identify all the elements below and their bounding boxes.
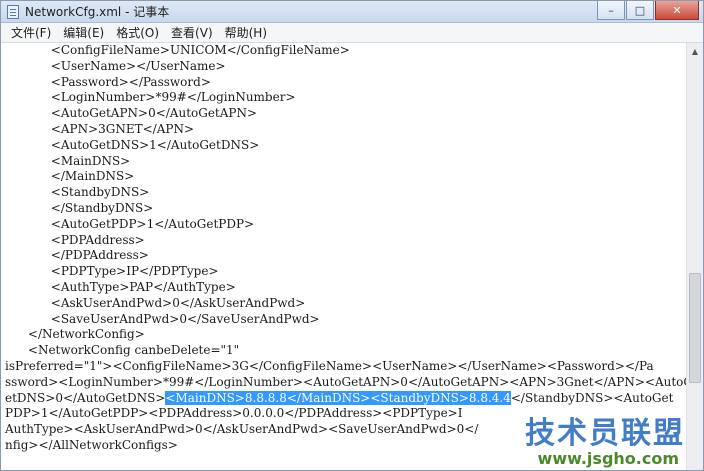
scroll-thumb[interactable] [689, 273, 701, 383]
editor-line: <AutoGetPDP>1</AutoGetPDP> [5, 216, 255, 231]
watermark-text: 技术员联盟 [525, 416, 685, 451]
editor-line: </MainDNS> [5, 169, 135, 184]
menu-edit[interactable]: 编辑(E) [57, 24, 110, 42]
title-bar[interactable]: NetworkCfg.xml - 记事本 – □ ✕ [1, 1, 703, 23]
editor-line: <AuthType>PAP</AuthType> [5, 280, 236, 294]
watermark: 技术员联盟 www.jsgho.com [465, 408, 685, 468]
menu-file[interactable]: 文件(F) [5, 24, 57, 42]
menu-format[interactable]: 格式(O) [110, 24, 165, 42]
editor-line: <PDPType>IP</PDPType> [5, 264, 219, 279]
vertical-scrollbar[interactable]: ▲ [686, 43, 703, 470]
minimize-button[interactable]: – [597, 1, 625, 20]
scroll-up-icon[interactable]: ▲ [687, 43, 703, 59]
editor-line: <AutoGetAPN>0</AutoGetAPN> [5, 106, 258, 121]
editor-line: <APN>3GNET</APN> [5, 122, 194, 136]
maximize-button[interactable]: □ [626, 1, 654, 20]
editor-line: <LoginNumber>*99#</LoginNumber> [5, 90, 296, 105]
editor-line: AuthType><AskUserAndPwd>0</AskUserAndPwd… [5, 422, 479, 437]
window-controls: – □ ✕ [596, 1, 699, 21]
editor-line: <MainDNS> [5, 153, 131, 168]
editor-line: </NetworkConfig> [5, 327, 145, 342]
editor-line: nfig></AllNetworkConfigs> [5, 438, 178, 452]
editor-line: <ConfigFileName>UNICOM</ConfigFileName> [5, 43, 350, 57]
editor-line-prefix: etDNS>0</AutoGetDNS> [5, 390, 166, 405]
menu-view[interactable]: 查看(V) [165, 24, 219, 42]
text-editor[interactable]: <ConfigFileName>UNICOM</ConfigFileName> … [1, 43, 687, 470]
editor-line: <NetworkConfig canbeDelete="1" [5, 343, 240, 358]
editor-line: PDP>1</AutoGetPDP><PDPAddress>0.0.0.0</P… [5, 406, 463, 421]
editor-line: <SaveUserAndPwd>0</SaveUserAndPwd> [5, 311, 320, 326]
editor-line: <PDPAddress> [5, 232, 145, 247]
watermark-url: www.jsgho.com [537, 449, 679, 468]
selected-text[interactable]: <MainDNS>8.8.8.8</MainDNS><StandbyDNS>8.… [165, 390, 511, 405]
editor-line-selection: etDNS>0</AutoGetDNS><MainDNS>8.8.8.8</Ma… [5, 390, 674, 407]
editor-line: <Password></Password> [5, 74, 211, 89]
editor-line: isPreferred="1"><ConfigFileName>3G</Conf… [5, 359, 654, 373]
menu-bar: 文件(F) 编辑(E) 格式(O) 查看(V) 帮助(H) [1, 23, 703, 43]
editor-line: <AutoGetDNS>1</AutoGetDNS> [5, 137, 260, 152]
editor-line: <StandbyDNS> [5, 185, 150, 200]
menu-help[interactable]: 帮助(H) [219, 24, 273, 42]
notepad-icon [7, 5, 19, 19]
window-title: NetworkCfg.xml - 记事本 [25, 5, 170, 19]
editor-line: <AskUserAndPwd>0</AskUserAndPwd> [5, 295, 306, 310]
editor-line: </StandbyDNS> [5, 201, 154, 215]
notepad-window: NetworkCfg.xml - 记事本 – □ ✕ 文件(F) 编辑(E) 格… [0, 0, 704, 471]
editor-line-suffix: </StandbyDNS><AutoGet [510, 390, 674, 405]
editor-line: <UserName></UserName> [5, 58, 226, 73]
close-button[interactable]: ✕ [655, 1, 699, 20]
editor-line: ssword><LoginNumber>*99#</LoginNumber><A… [5, 374, 687, 389]
editor-line: </PDPAddress> [5, 248, 149, 263]
